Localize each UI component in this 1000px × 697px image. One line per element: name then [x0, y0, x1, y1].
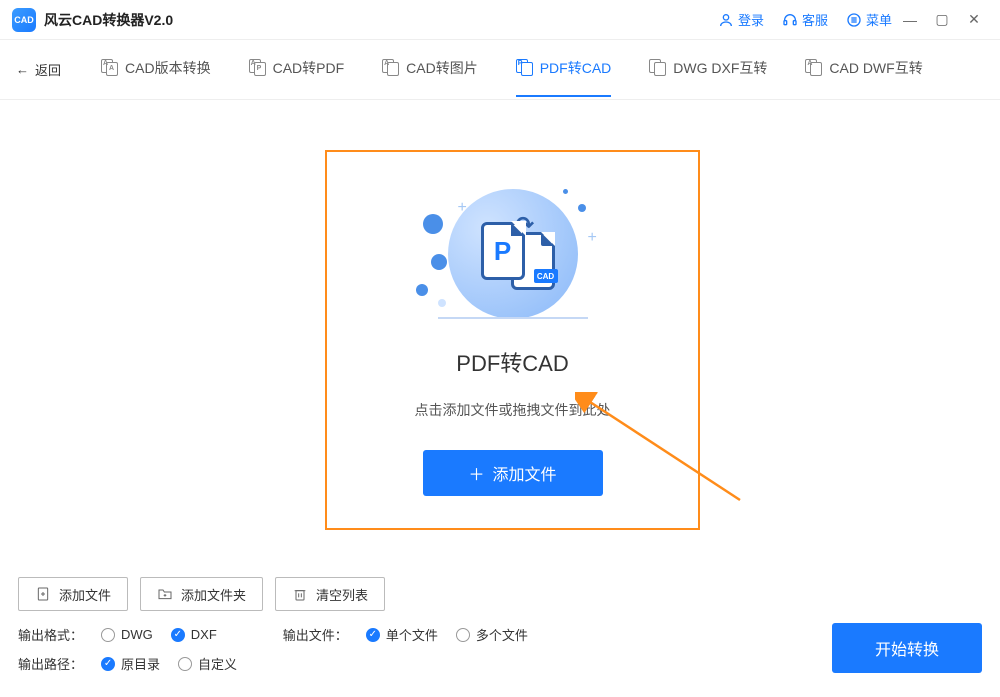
folder-plus-icon	[157, 586, 173, 602]
tab-cad-dwf[interactable]: A CAD DWF互转	[805, 58, 922, 81]
tab-label: CAD转图片	[406, 58, 478, 78]
add-folder-button[interactable]: 添加文件夹	[140, 577, 263, 611]
tabs-bar: ← 返回 AA CAD版本转换 AP CAD转PDF A CAD转图片 P PD…	[0, 40, 1000, 100]
tab-cad-to-image[interactable]: A CAD转图片	[382, 58, 478, 81]
login-label: 登录	[738, 10, 764, 29]
file-plus-icon	[35, 586, 51, 602]
start-convert-button[interactable]: 开始转换	[832, 623, 982, 673]
tab-label: CAD DWF互转	[829, 58, 922, 78]
menu-label: 菜单	[866, 10, 892, 29]
user-icon	[718, 12, 734, 28]
radio-single-file[interactable]: 单个文件	[366, 625, 438, 644]
radio-original-dir[interactable]: 原目录	[101, 654, 160, 673]
radio-multi-label: 多个文件	[476, 625, 528, 644]
bottom-panel: 添加文件 添加文件夹 清空列表 输出格式： DWG DXF 输出文件： 单个文件…	[0, 565, 1000, 697]
drop-illustration: ++ ↷ CAD P	[413, 184, 613, 324]
drop-title: PDF转CAD	[456, 346, 568, 378]
output-path-label: 输出路径：	[18, 654, 83, 673]
clear-list-button[interactable]: 清空列表	[275, 577, 385, 611]
tab-label: DWG DXF互转	[673, 58, 767, 78]
add-folder-label: 添加文件夹	[181, 585, 246, 604]
radio-single-label: 单个文件	[386, 625, 438, 644]
output-file-label: 输出文件：	[283, 625, 348, 644]
close-icon: ✕	[968, 11, 980, 28]
maximize-icon: ▢	[935, 11, 948, 28]
output-format-label: 输出格式：	[18, 625, 83, 644]
login-button[interactable]: 登录	[718, 10, 764, 29]
close-button[interactable]: ✕	[960, 6, 988, 34]
drop-subtitle: 点击添加文件或拖拽文件到此处	[415, 400, 611, 420]
convert-icon: A	[805, 59, 823, 77]
back-button[interactable]: ← 返回	[16, 60, 61, 79]
radio-dwg[interactable]: DWG	[101, 627, 153, 642]
radio-original-label: 原目录	[121, 654, 160, 673]
support-button[interactable]: 客服	[782, 10, 828, 29]
radio-dwg-label: DWG	[121, 627, 153, 642]
trash-icon	[292, 586, 308, 602]
convert-icon: P	[516, 59, 534, 77]
radio-dxf[interactable]: DXF	[171, 627, 217, 642]
back-label: 返回	[35, 60, 61, 79]
file-front-icon: P	[481, 222, 525, 280]
add-file-bottom-label: 添加文件	[59, 585, 111, 604]
app-logo-text: CAD	[14, 15, 34, 25]
tab-pdf-to-cad[interactable]: P PDF转CAD	[516, 58, 612, 81]
app-logo: CAD	[12, 8, 36, 32]
menu-icon	[846, 12, 862, 28]
tab-label: CAD转PDF	[273, 58, 345, 78]
add-file-bottom-button[interactable]: 添加文件	[18, 577, 128, 611]
support-label: 客服	[802, 10, 828, 29]
plus-icon: ＋	[468, 461, 484, 485]
convert-icon: AA	[101, 59, 119, 77]
drop-zone[interactable]: ++ ↷ CAD P PDF转CAD 点击添加文件或拖拽文件到此处 ＋ 添加文件	[325, 150, 700, 530]
tab-label: CAD版本转换	[125, 58, 211, 78]
minimize-icon: —	[903, 12, 917, 28]
radio-custom-label: 自定义	[198, 654, 237, 673]
app-title: 风云CAD转换器V2.0	[44, 10, 173, 30]
arrow-left-icon: ←	[16, 62, 29, 77]
convert-icon	[649, 59, 667, 77]
tab-label: PDF转CAD	[540, 58, 612, 78]
menu-button[interactable]: 菜单	[846, 10, 892, 29]
tab-dwg-dxf[interactable]: DWG DXF互转	[649, 58, 767, 81]
add-file-label: 添加文件	[493, 461, 557, 485]
convert-icon: AP	[249, 59, 267, 77]
radio-dxf-label: DXF	[191, 627, 217, 642]
add-file-button[interactable]: ＋ 添加文件	[423, 450, 603, 496]
clear-list-label: 清空列表	[316, 585, 368, 604]
maximize-button[interactable]: ▢	[928, 6, 956, 34]
radio-custom-dir[interactable]: 自定义	[178, 654, 237, 673]
radio-multi-file[interactable]: 多个文件	[456, 625, 528, 644]
start-label: 开始转换	[875, 642, 939, 659]
title-bar: CAD 风云CAD转换器V2.0 登录 客服 菜单 — ▢ ✕	[0, 0, 1000, 40]
tab-cad-version[interactable]: AA CAD版本转换	[101, 58, 211, 81]
headset-icon	[782, 12, 798, 28]
tab-cad-to-pdf[interactable]: AP CAD转PDF	[249, 58, 345, 81]
convert-icon: A	[382, 59, 400, 77]
minimize-button[interactable]: —	[896, 6, 924, 34]
